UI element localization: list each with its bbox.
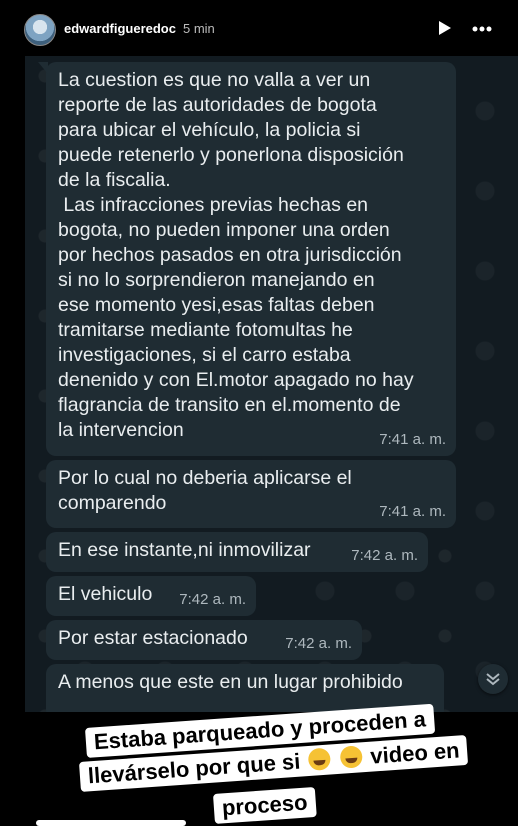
message-time: 7:41 a. m.: [379, 431, 446, 448]
caption-text: video en: [369, 737, 461, 769]
message-bubble: A menos que este en un lugar prohibido: [46, 664, 444, 712]
story-caption: Estaba parqueado y proceden a llevárselo…: [0, 703, 518, 826]
message-time: 7:42 a. m.: [179, 591, 246, 608]
more-icon[interactable]: [472, 26, 492, 32]
chat-screenshot: La cuestion es que no valla a ver un rep…: [25, 56, 518, 712]
scroll-down-button[interactable]: [478, 664, 508, 694]
message-bubble: Por estar estacionado 7:42 a. m.: [46, 620, 362, 660]
caption-line-3: proceso: [212, 786, 317, 824]
message-bubble: En ese instante,ni inmovilizar 7:42 a. m…: [46, 532, 428, 572]
message-bubble: Por lo cual no deberia aplicarse el comp…: [46, 460, 456, 528]
chevron-down-icon: [486, 673, 500, 686]
message-time: 7:42 a. m.: [285, 635, 352, 652]
avatar[interactable]: [24, 14, 56, 46]
play-icon[interactable]: [438, 20, 452, 36]
message-bubble: La cuestion es que no valla a ver un rep…: [38, 62, 456, 456]
post-time: 5 min: [183, 21, 215, 36]
username[interactable]: edwardfigueredoc: [64, 21, 176, 36]
story-header: edwardfigueredoc 5 min: [0, 0, 518, 56]
rofl-emoji: [307, 747, 331, 772]
message-time: 7:42 a. m.: [351, 547, 418, 564]
sneezing-face-emoji: [339, 745, 364, 769]
message-text: A menos que este en un lugar prohibido: [58, 671, 403, 693]
message-text: La cuestion es que no valla a ver un rep…: [58, 69, 414, 441]
reply-bar[interactable]: [36, 820, 186, 826]
message-bubble: El vehiculo 7:42 a. m.: [46, 576, 256, 616]
message-time: 7:41 a. m.: [379, 503, 446, 520]
